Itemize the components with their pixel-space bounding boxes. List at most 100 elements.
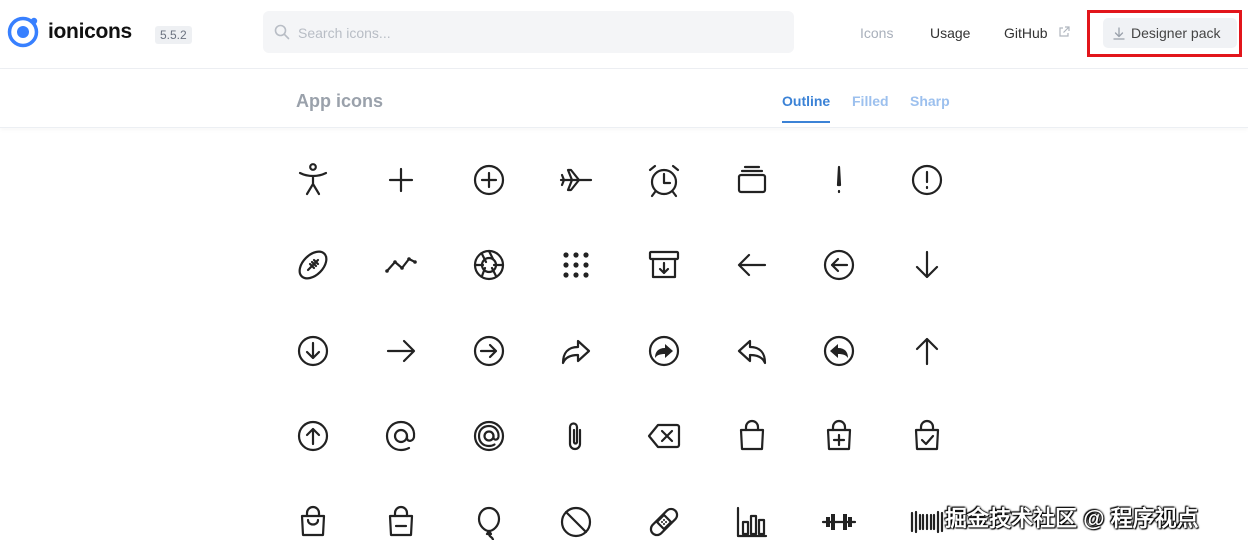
icon-grid-cell[interactable] bbox=[373, 152, 429, 208]
icon-grid-cell[interactable] bbox=[461, 152, 517, 208]
icon-grid-cell[interactable] bbox=[285, 323, 341, 379]
nav-github-link[interactable]: GitHub bbox=[1004, 25, 1048, 41]
arrow-up-icon bbox=[915, 337, 939, 366]
watermark: 掘金技术社区 @ 程序视点 bbox=[945, 506, 1199, 531]
designer-pack-label: Designer pack bbox=[1131, 25, 1221, 41]
at-circle-icon bbox=[473, 420, 505, 452]
icon-grid-cell[interactable] bbox=[461, 323, 517, 379]
ionicons-logo-icon[interactable] bbox=[6, 15, 40, 49]
section-title: App icons bbox=[296, 91, 384, 111]
icon-grid-cell[interactable] bbox=[373, 323, 429, 379]
bar-chart-icon bbox=[736, 506, 768, 538]
icon-grid-cell[interactable] bbox=[548, 408, 604, 464]
arrow-redo-icon bbox=[561, 339, 591, 365]
icon-grid-cell[interactable] bbox=[811, 408, 867, 464]
icon-grid-cell[interactable] bbox=[373, 494, 429, 550]
backspace-icon bbox=[647, 423, 681, 449]
tab-outline[interactable]: Outline bbox=[782, 93, 830, 109]
at-icon bbox=[385, 420, 416, 452]
arrow-down-circle-icon bbox=[297, 335, 329, 367]
american-football-icon bbox=[298, 250, 328, 280]
external-link-icon bbox=[1059, 26, 1070, 37]
add-icon bbox=[388, 167, 414, 193]
icon-grid-cell[interactable] bbox=[636, 152, 692, 208]
albums-icon bbox=[737, 165, 767, 194]
active-tab-indicator bbox=[782, 121, 830, 123]
bag-remove-icon bbox=[388, 505, 414, 537]
arrow-back-icon bbox=[737, 253, 767, 277]
icon-grid-cell[interactable] bbox=[636, 408, 692, 464]
balloon-icon bbox=[477, 506, 501, 540]
archive-icon bbox=[648, 250, 680, 279]
icon-grid-cell[interactable] bbox=[461, 408, 517, 464]
icon-grid-cell[interactable] bbox=[636, 323, 692, 379]
arrow-back-circle-icon bbox=[823, 249, 855, 281]
alert-circle-icon bbox=[911, 164, 943, 196]
icon-grid-cell[interactable] bbox=[811, 152, 867, 208]
icon-grid-cell[interactable] bbox=[548, 152, 604, 208]
arrow-redo-circle-icon bbox=[648, 335, 680, 367]
icon-grid-cell[interactable] bbox=[724, 323, 780, 379]
barbell-icon bbox=[821, 514, 857, 530]
alarm-icon bbox=[648, 164, 680, 198]
icon-grid-cell[interactable] bbox=[461, 494, 517, 550]
icon-grid-cell[interactable] bbox=[899, 408, 955, 464]
version-badge: 5.5.2 bbox=[155, 26, 192, 44]
icon-grid-cell[interactable] bbox=[636, 237, 692, 293]
icon-grid-cell[interactable] bbox=[548, 323, 604, 379]
attach-icon bbox=[568, 422, 582, 451]
icon-grid-cell[interactable] bbox=[285, 408, 341, 464]
icon-grid-cell[interactable] bbox=[724, 408, 780, 464]
add-circle-icon bbox=[473, 164, 505, 196]
tab-sharp[interactable]: Sharp bbox=[910, 93, 950, 109]
icon-grid-cell[interactable] bbox=[636, 494, 692, 550]
search-box[interactable] bbox=[263, 11, 794, 53]
arrow-undo-circle-icon bbox=[823, 335, 855, 367]
airplane-icon bbox=[559, 168, 593, 192]
download-icon bbox=[1113, 27, 1125, 40]
top-header: ionicons 5.5.2 Icons Usage GitHub Design… bbox=[0, 0, 1248, 69]
aperture-icon bbox=[473, 249, 505, 281]
search-input[interactable] bbox=[296, 20, 780, 46]
arrow-up-circle-icon bbox=[297, 420, 329, 452]
icon-grid-cell[interactable] bbox=[548, 494, 604, 550]
bag-icon bbox=[739, 419, 765, 451]
icon-grid-cell[interactable] bbox=[724, 152, 780, 208]
icon-grid-cell[interactable] bbox=[461, 237, 517, 293]
apps-icon bbox=[563, 252, 589, 278]
icon-grid-cell[interactable] bbox=[811, 494, 867, 550]
arrow-undo-icon bbox=[737, 339, 767, 365]
accessibility-icon bbox=[298, 163, 328, 196]
barcode-icon bbox=[910, 510, 944, 534]
icon-grid-cell[interactable] bbox=[724, 237, 780, 293]
icon-grid-cell[interactable] bbox=[811, 237, 867, 293]
brand-name[interactable]: ionicons bbox=[48, 20, 132, 44]
bandage-icon bbox=[649, 507, 679, 537]
search-icon bbox=[274, 24, 290, 40]
alert-icon bbox=[836, 165, 842, 194]
icon-grid-cell[interactable] bbox=[285, 494, 341, 550]
icon-grid-cell[interactable] bbox=[899, 152, 955, 208]
icon-grid-cell[interactable] bbox=[373, 237, 429, 293]
bag-add-icon bbox=[826, 419, 852, 451]
section-header: App icons Outline Filled Sharp bbox=[0, 69, 1248, 128]
bag-handle-icon bbox=[300, 505, 326, 537]
ban-icon bbox=[560, 506, 592, 538]
analytics-icon bbox=[385, 257, 417, 273]
icon-grid-cell[interactable] bbox=[373, 408, 429, 464]
icon-grid-cell[interactable] bbox=[899, 323, 955, 379]
icon-grid-cell[interactable] bbox=[285, 237, 341, 293]
icon-grid-cell[interactable] bbox=[811, 323, 867, 379]
tab-filled[interactable]: Filled bbox=[852, 93, 889, 109]
icon-grid-cell[interactable] bbox=[724, 494, 780, 550]
nav-usage-link[interactable]: Usage bbox=[930, 25, 970, 41]
bag-check-icon bbox=[914, 419, 940, 451]
designer-pack-button[interactable]: Designer pack bbox=[1103, 18, 1237, 48]
arrow-down-icon bbox=[915, 250, 939, 279]
icon-grid-cell[interactable] bbox=[899, 237, 955, 293]
arrow-forward-circle-icon bbox=[473, 335, 505, 367]
arrow-forward-icon bbox=[386, 339, 416, 363]
icon-grid-cell[interactable] bbox=[285, 152, 341, 208]
icon-grid-cell[interactable] bbox=[548, 237, 604, 293]
nav-icons-link[interactable]: Icons bbox=[860, 25, 893, 41]
